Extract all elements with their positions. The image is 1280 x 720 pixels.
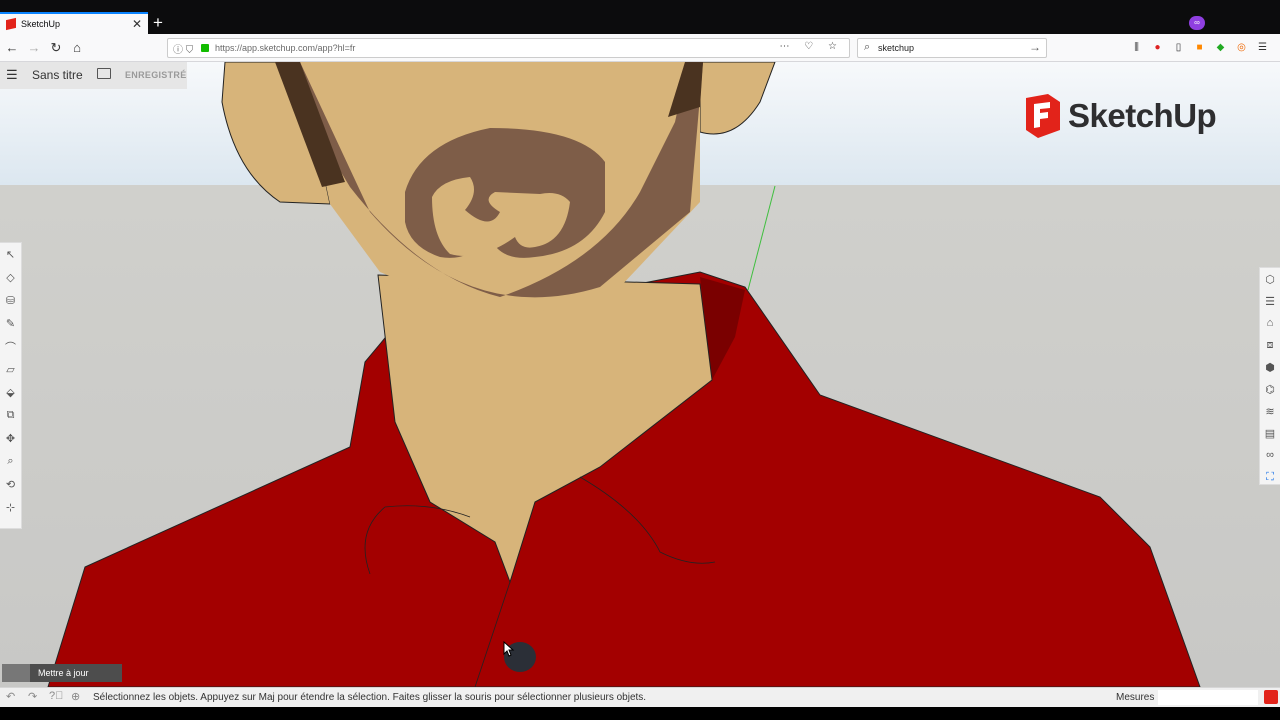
save-status: ENREGISTRÉ bbox=[125, 70, 187, 80]
extension-red-icon[interactable]: ● bbox=[1151, 41, 1164, 54]
browser-tab-bar: SketchUp ✕ + ∞ bbox=[0, 0, 1280, 34]
globe-icon[interactable]: ⊕ bbox=[71, 690, 80, 703]
new-tab-button[interactable]: + bbox=[153, 13, 163, 33]
extension-green-icon[interactable]: ◆ bbox=[1214, 41, 1227, 54]
url-bar[interactable]: ⓘ ⛉ https://app.sketchup.com/app?hl=fr ⋯… bbox=[167, 38, 850, 58]
paint-bucket-tool-icon[interactable]: ⛁ bbox=[0, 289, 21, 312]
site-info-icon[interactable]: ⓘ ⛉ bbox=[173, 41, 193, 56]
orbit-tool-icon[interactable]: ⟲ bbox=[0, 473, 21, 496]
home-icon[interactable]: ⌂ bbox=[68, 39, 86, 57]
search-input[interactable]: ⌕ sketchup → bbox=[857, 38, 1047, 58]
sketchup-logo-icon bbox=[1026, 94, 1060, 138]
sidebar-icon[interactable]: ▯ bbox=[1172, 41, 1185, 54]
eraser-tool-icon[interactable]: ◇ bbox=[0, 266, 21, 289]
private-browsing-icon: ∞ bbox=[1189, 16, 1205, 30]
measurements-label: Mesures bbox=[1116, 692, 1155, 703]
search-icon: ⌕ bbox=[864, 41, 871, 53]
browser-nav-bar: ← → ↻ ⌂ ⓘ ⛉ https://app.sketchup.com/app… bbox=[0, 34, 1280, 62]
components-icon[interactable]: ⧈ bbox=[1260, 334, 1280, 356]
3d-warehouse-icon[interactable]: ⛶ bbox=[1260, 466, 1280, 488]
reload-icon[interactable]: ↻ bbox=[47, 39, 65, 57]
url-text[interactable]: https://app.sketchup.com/app?hl=fr bbox=[215, 43, 355, 53]
green-axis-line bbox=[747, 185, 776, 291]
more-tools-icon[interactable]: ⊹ bbox=[0, 496, 21, 519]
measurements-input[interactable] bbox=[1158, 690, 1258, 705]
right-ear bbox=[699, 62, 776, 135]
right-panel-toolbar: ⬡ ☰ ⌂ ⧈ ⬢ ⌬ ≋ ▤ ∞ ⛶ bbox=[1259, 267, 1280, 485]
undo-icon[interactable]: ↶ bbox=[6, 690, 15, 703]
sketchup-badge-icon bbox=[1264, 690, 1278, 704]
folder-icon[interactable] bbox=[97, 68, 111, 79]
display-icon[interactable]: ∞ bbox=[1260, 444, 1280, 466]
library-icon[interactable]: ⫼ bbox=[1130, 41, 1143, 54]
offset-tool-icon[interactable]: ⧉ bbox=[0, 404, 21, 427]
scenes-icon[interactable]: ▤ bbox=[1260, 422, 1280, 444]
move-tool-icon[interactable]: ✥ bbox=[0, 427, 21, 450]
hamburger-menu-icon[interactable]: ☰ bbox=[6, 67, 18, 83]
screen-bottom-edge bbox=[0, 707, 1280, 720]
lock-icon bbox=[201, 44, 209, 52]
pencil-tool-icon[interactable]: ✎ bbox=[0, 312, 21, 335]
menu-icon[interactable]: ☰ bbox=[1256, 41, 1269, 54]
logo-text: SketchUp bbox=[1068, 97, 1217, 134]
browser-tab-sketchup[interactable]: SketchUp ✕ bbox=[0, 12, 148, 34]
tape-measure-tool-icon[interactable]: ⌕ bbox=[0, 450, 21, 473]
close-tab-icon[interactable]: ✕ bbox=[132, 17, 142, 31]
back-icon[interactable]: ← bbox=[3, 39, 21, 57]
mouse-cursor-icon bbox=[503, 641, 515, 657]
instructor-icon[interactable]: ⌂ bbox=[1260, 312, 1280, 334]
materials-icon[interactable]: ⬢ bbox=[1260, 356, 1280, 378]
3d-model-scene[interactable] bbox=[0, 62, 1280, 687]
search-go-icon[interactable]: → bbox=[1029, 40, 1041, 54]
styles-icon[interactable]: ⌬ bbox=[1260, 378, 1280, 400]
redo-icon[interactable]: ↷ bbox=[28, 690, 37, 703]
sketchup-viewport[interactable]: ☰ Sans titre ENREGISTRÉ SketchUp ↖ ◇ ⛁ ✎… bbox=[0, 62, 1280, 687]
extension-circle-icon[interactable]: ◎ bbox=[1235, 41, 1248, 54]
app-header: ☰ Sans titre ENREGISTRÉ bbox=[0, 62, 187, 89]
status-message: Sélectionnez les objets. Appuyez sur Maj… bbox=[93, 692, 647, 703]
layers-icon[interactable]: ≋ bbox=[1260, 400, 1280, 422]
arc-tool-icon[interactable]: ⌒ bbox=[0, 335, 21, 358]
rectangle-tool-icon[interactable]: ▱ bbox=[0, 358, 21, 381]
page-actions-icons[interactable]: ⋯ ♡ ☆ bbox=[780, 41, 844, 52]
outliner-icon[interactable]: ☰ bbox=[1260, 290, 1280, 312]
select-tool-icon[interactable]: ↖ bbox=[0, 243, 21, 266]
entity-info-icon[interactable]: ⬡ bbox=[1260, 268, 1280, 290]
help-icon[interactable]: ?⃝ bbox=[49, 690, 63, 702]
tab-title: SketchUp bbox=[21, 19, 61, 29]
search-value[interactable]: sketchup bbox=[878, 43, 914, 53]
sketchup-favicon-icon bbox=[6, 17, 16, 31]
forward-icon[interactable]: → bbox=[25, 39, 43, 57]
update-button[interactable]: Mettre à jour bbox=[2, 664, 122, 682]
left-toolbar: ↖ ◇ ⛁ ✎ ⌒ ▱ ⬙ ⧉ ✥ ⌕ ⟲ ⊹ bbox=[0, 242, 22, 529]
toolbar-icons: ⫼ ● ▯ ■ ◆ ◎ ☰ bbox=[1130, 41, 1269, 54]
push-pull-tool-icon[interactable]: ⬙ bbox=[0, 381, 21, 404]
extension-orange-icon[interactable]: ■ bbox=[1193, 41, 1206, 54]
status-bar: ↶ ↷ ?⃝ ⊕ Sélectionnez les objets. Appuye… bbox=[0, 687, 1280, 707]
sketchup-logo: SketchUp bbox=[1020, 94, 1217, 138]
file-title[interactable]: Sans titre bbox=[32, 68, 83, 82]
